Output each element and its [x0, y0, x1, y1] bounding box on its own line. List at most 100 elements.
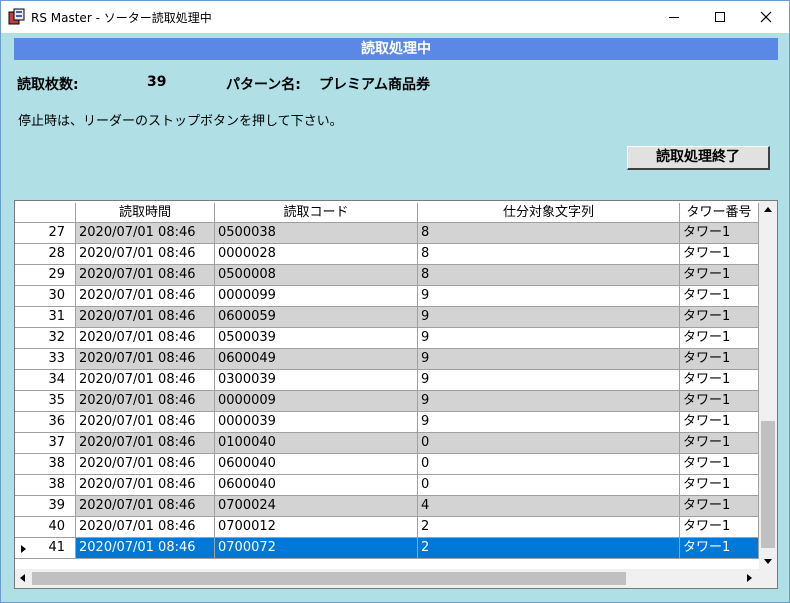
scroll-up-icon[interactable]: [764, 207, 772, 212]
table-row[interactable]: 28 2020/07/01 08:46 0000028 8 タワー1: [15, 244, 759, 265]
column-header-code[interactable]: 読取コード: [215, 203, 418, 223]
vertical-scroll-thumb[interactable]: [761, 421, 775, 548]
cell-sort-string[interactable]: 2: [418, 517, 680, 538]
cell-read-code[interactable]: 0600040: [215, 475, 418, 496]
cell-read-time[interactable]: 2020/07/01 08:46: [76, 538, 215, 559]
cell-read-code[interactable]: 0500008: [215, 265, 418, 286]
row-number[interactable]: 37: [15, 433, 76, 454]
row-number[interactable]: 41: [15, 538, 76, 559]
cell-tower-number[interactable]: タワー1: [680, 517, 759, 538]
column-header-sort-string[interactable]: 仕分対象文字列: [418, 203, 680, 223]
row-number[interactable]: 31: [15, 307, 76, 328]
table-row[interactable]: 33 2020/07/01 08:46 0600049 9 タワー1: [15, 349, 759, 370]
cell-tower-number[interactable]: タワー1: [680, 475, 759, 496]
cell-tower-number[interactable]: タワー1: [680, 496, 759, 517]
table-row[interactable]: 36 2020/07/01 08:46 0000039 9 タワー1: [15, 412, 759, 433]
row-number[interactable]: 40: [15, 517, 76, 538]
close-button[interactable]: [743, 1, 789, 33]
cell-sort-string[interactable]: 8: [418, 244, 680, 265]
table-row[interactable]: 38 2020/07/01 08:46 0600040 0 タワー1: [15, 454, 759, 475]
horizontal-scroll-thumb[interactable]: [32, 572, 626, 585]
cell-read-code[interactable]: 0500039: [215, 328, 418, 349]
table-row[interactable]: 32 2020/07/01 08:46 0500039 9 タワー1: [15, 328, 759, 349]
table-row[interactable]: 38 2020/07/01 08:46 0600040 0 タワー1: [15, 475, 759, 496]
table-row[interactable]: 40 2020/07/01 08:46 0700012 2 タワー1: [15, 517, 759, 538]
scroll-right-icon[interactable]: [747, 574, 752, 582]
cell-tower-number[interactable]: タワー1: [680, 349, 759, 370]
cell-read-time[interactable]: 2020/07/01 08:46: [76, 412, 215, 433]
table-row[interactable]: 30 2020/07/01 08:46 0000099 9 タワー1: [15, 286, 759, 307]
cell-read-time[interactable]: 2020/07/01 08:46: [76, 286, 215, 307]
table-row[interactable]: 34 2020/07/01 08:46 0300039 9 タワー1: [15, 370, 759, 391]
cell-sort-string[interactable]: 9: [418, 307, 680, 328]
cell-read-time[interactable]: 2020/07/01 08:46: [76, 433, 215, 454]
cell-read-time[interactable]: 2020/07/01 08:46: [76, 349, 215, 370]
cell-read-code[interactable]: 0000099: [215, 286, 418, 307]
cell-tower-number[interactable]: タワー1: [680, 244, 759, 265]
cell-read-code[interactable]: 0000009: [215, 391, 418, 412]
cell-read-code[interactable]: 0600040: [215, 454, 418, 475]
cell-sort-string[interactable]: 9: [418, 412, 680, 433]
cell-read-code[interactable]: 0500038: [215, 223, 418, 244]
cell-sort-string[interactable]: 9: [418, 349, 680, 370]
cell-tower-number[interactable]: タワー1: [680, 307, 759, 328]
cell-read-time[interactable]: 2020/07/01 08:46: [76, 307, 215, 328]
cell-read-time[interactable]: 2020/07/01 08:46: [76, 244, 215, 265]
row-number[interactable]: 34: [15, 370, 76, 391]
cell-sort-string[interactable]: 0: [418, 433, 680, 454]
cell-tower-number[interactable]: タワー1: [680, 328, 759, 349]
cell-tower-number[interactable]: タワー1: [680, 286, 759, 307]
cell-tower-number[interactable]: タワー1: [680, 433, 759, 454]
cell-read-code[interactable]: 0000028: [215, 244, 418, 265]
cell-tower-number[interactable]: タワー1: [680, 538, 759, 559]
cell-read-time[interactable]: 2020/07/01 08:46: [76, 370, 215, 391]
row-number[interactable]: 29: [15, 265, 76, 286]
table-row[interactable]: 31 2020/07/01 08:46 0600059 9 タワー1: [15, 307, 759, 328]
cell-sort-string[interactable]: 9: [418, 370, 680, 391]
table-row[interactable]: 39 2020/07/01 08:46 0700024 4 タワー1: [15, 496, 759, 517]
row-number[interactable]: 35: [15, 391, 76, 412]
row-number[interactable]: 30: [15, 286, 76, 307]
cell-read-time[interactable]: 2020/07/01 08:46: [76, 391, 215, 412]
cell-sort-string[interactable]: 0: [418, 475, 680, 496]
row-number[interactable]: 38: [15, 454, 76, 475]
cell-read-time[interactable]: 2020/07/01 08:46: [76, 475, 215, 496]
cell-read-code[interactable]: 0700012: [215, 517, 418, 538]
cell-sort-string[interactable]: 9: [418, 328, 680, 349]
title-bar[interactable]: RS Master - ソーター読取処理中: [1, 1, 789, 33]
maximize-button[interactable]: [697, 1, 743, 33]
row-number[interactable]: 39: [15, 496, 76, 517]
cell-tower-number[interactable]: タワー1: [680, 454, 759, 475]
cell-read-code[interactable]: 0000039: [215, 412, 418, 433]
vertical-scrollbar[interactable]: [759, 201, 777, 569]
table-row[interactable]: 29 2020/07/01 08:46 0500008 8 タワー1: [15, 265, 759, 286]
cell-read-code[interactable]: 0300039: [215, 370, 418, 391]
cell-read-code[interactable]: 0600049: [215, 349, 418, 370]
cell-sort-string[interactable]: 9: [418, 391, 680, 412]
cell-read-code[interactable]: 0600059: [215, 307, 418, 328]
cell-sort-string[interactable]: 8: [418, 223, 680, 244]
row-number[interactable]: 36: [15, 412, 76, 433]
cell-tower-number[interactable]: タワー1: [680, 370, 759, 391]
cell-tower-number[interactable]: タワー1: [680, 223, 759, 244]
horizontal-scrollbar[interactable]: [15, 569, 777, 588]
minimize-button[interactable]: [651, 1, 697, 33]
cell-sort-string[interactable]: 0: [418, 454, 680, 475]
cell-tower-number[interactable]: タワー1: [680, 412, 759, 433]
cell-read-time[interactable]: 2020/07/01 08:46: [76, 265, 215, 286]
scroll-down-icon[interactable]: [764, 559, 772, 564]
cell-read-time[interactable]: 2020/07/01 08:46: [76, 223, 215, 244]
column-header-tower[interactable]: タワー番号: [680, 203, 759, 223]
cell-sort-string[interactable]: 8: [418, 265, 680, 286]
end-reading-button[interactable]: 読取処理終了: [627, 146, 770, 170]
table-row[interactable]: 37 2020/07/01 08:46 0100040 0 タワー1: [15, 433, 759, 454]
cell-read-time[interactable]: 2020/07/01 08:46: [76, 328, 215, 349]
cell-sort-string[interactable]: 4: [418, 496, 680, 517]
table-row[interactable]: 35 2020/07/01 08:46 0000009 9 タワー1: [15, 391, 759, 412]
table-row[interactable]: 41 2020/07/01 08:46 0700072 2 タワー1: [15, 538, 759, 559]
row-number[interactable]: 28: [15, 244, 76, 265]
scroll-left-icon[interactable]: [20, 574, 25, 582]
cell-read-time[interactable]: 2020/07/01 08:46: [76, 496, 215, 517]
cell-tower-number[interactable]: タワー1: [680, 265, 759, 286]
table-row[interactable]: 27 2020/07/01 08:46 0500038 8 タワー1: [15, 223, 759, 244]
